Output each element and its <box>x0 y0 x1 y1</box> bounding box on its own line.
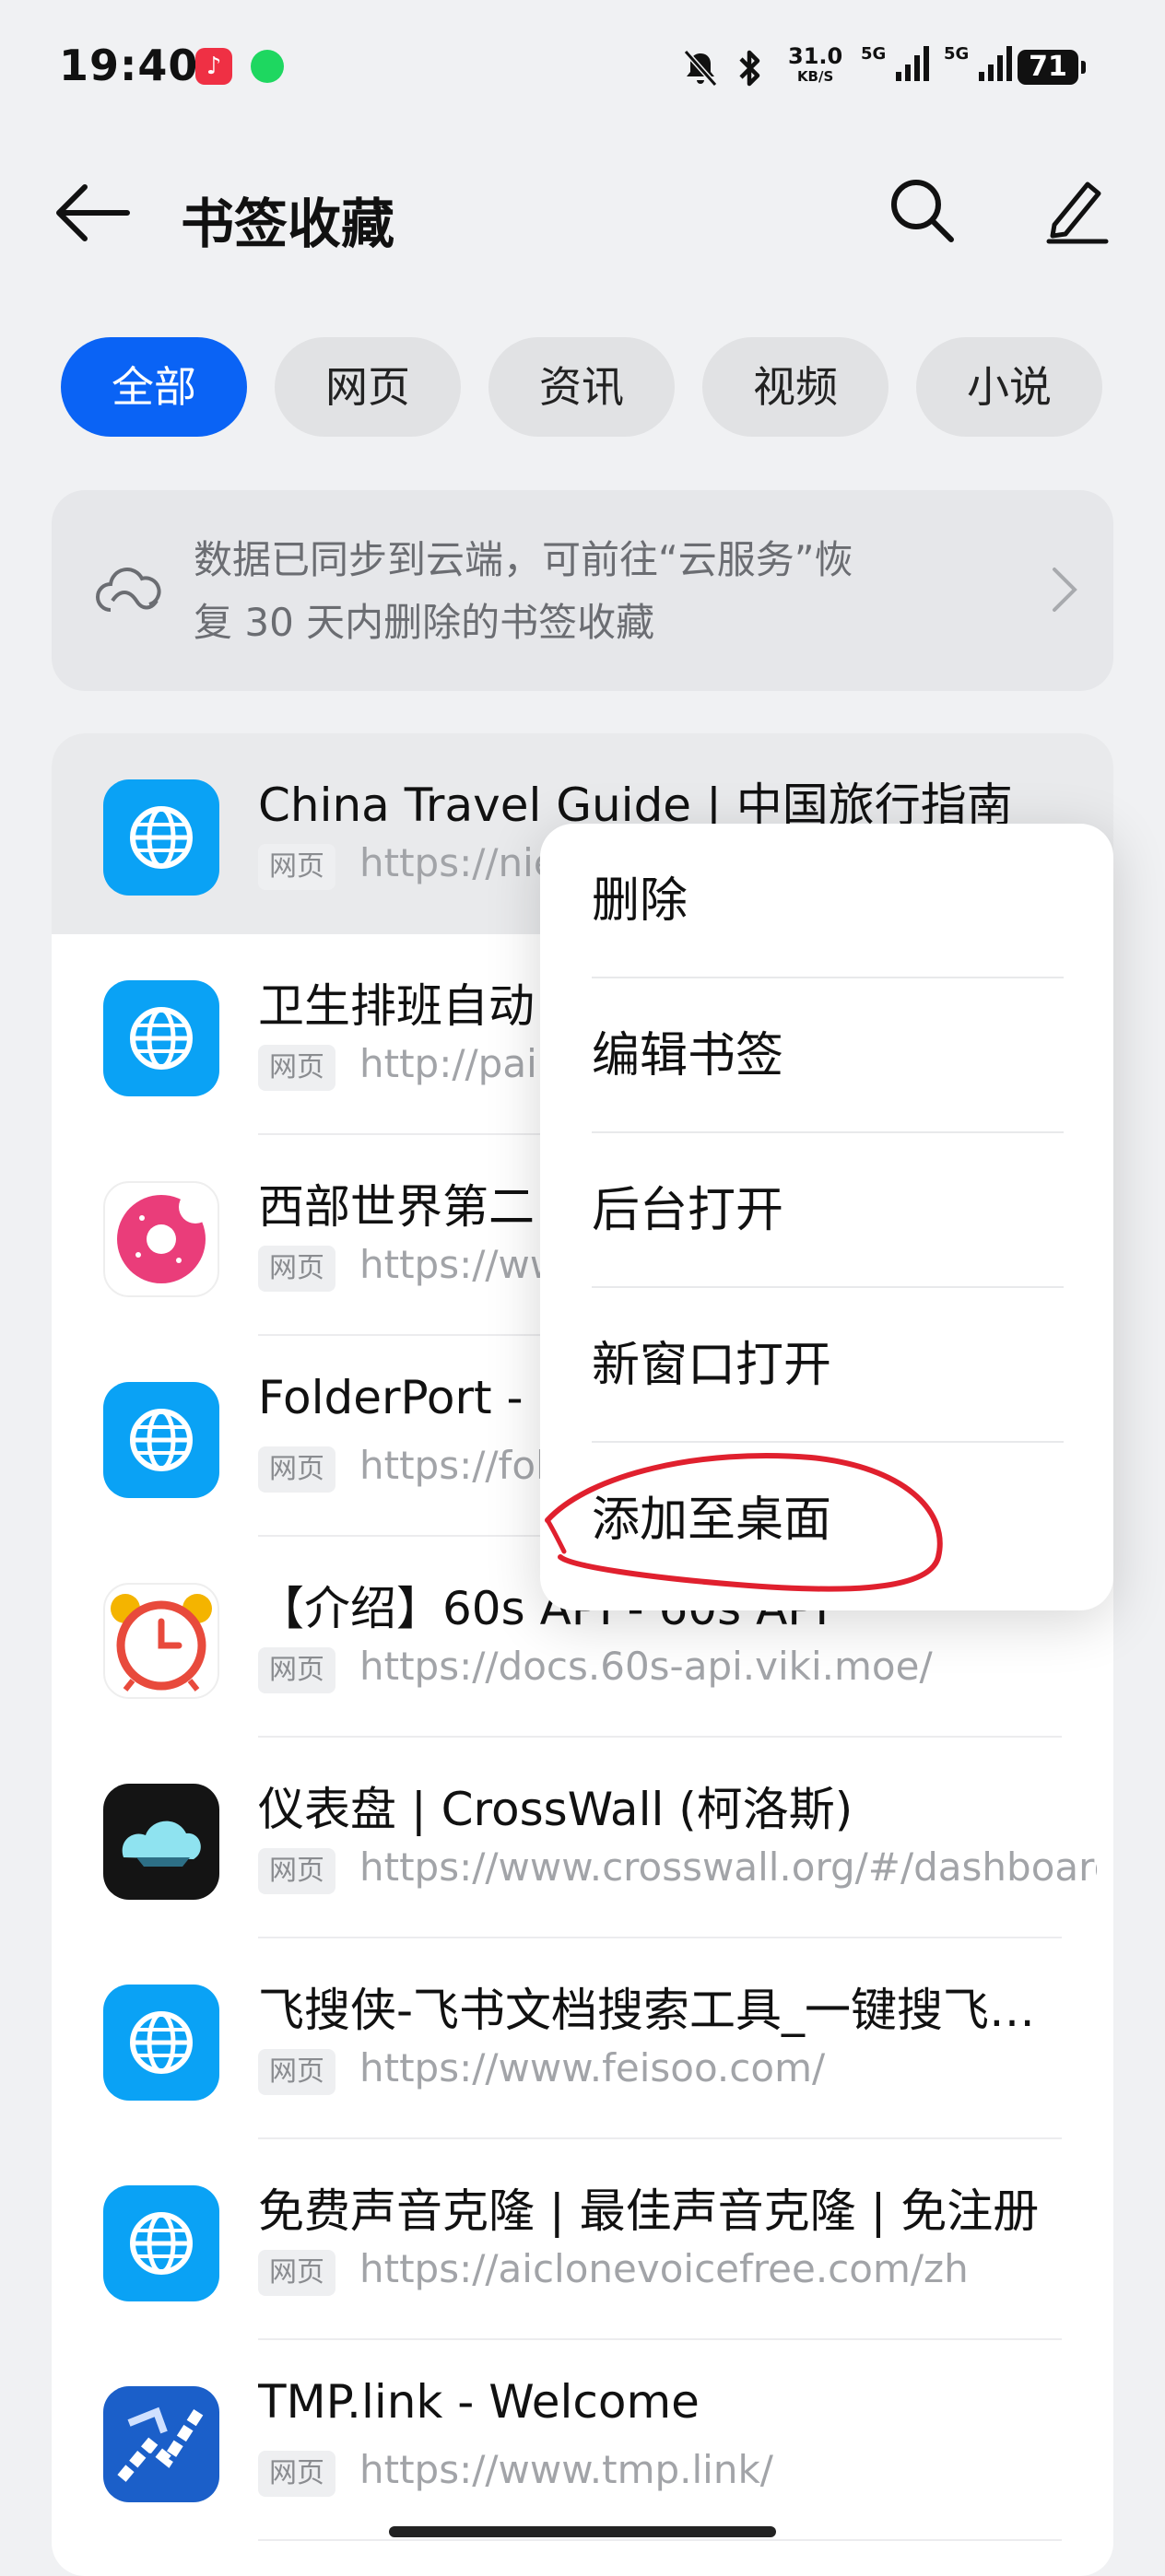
search-button[interactable] <box>885 173 959 247</box>
tab-novel[interactable]: 小说 <box>916 337 1102 437</box>
home-indicator[interactable] <box>389 2526 776 2537</box>
bookmark-item[interactable]: 免费声音克隆 | 最佳声音克隆 | 免注册 网页 https://aiclone… <box>52 2139 1113 2340</box>
menu-item-label: 新窗口打开 <box>592 1338 832 1393</box>
signal-sim2: 5G <box>944 44 1016 83</box>
bluetooth-icon <box>739 50 760 87</box>
globe-icon <box>103 980 219 1096</box>
bookmark-item[interactable]: 仪表盘 | CrossWall (柯洛斯) 网页 https://www.cro… <box>52 1738 1113 1938</box>
bookmark-title: 飞搜侠-飞书文档搜索工具_一键搜飞… <box>258 1984 1036 2037</box>
bookmark-type-badge: 网页 <box>258 1045 335 1091</box>
mute-icon <box>683 50 718 87</box>
signal-bars-icon <box>979 46 1013 81</box>
bookmark-type-badge: 网页 <box>258 1848 335 1894</box>
tmplink-logo-icon <box>103 2386 219 2502</box>
tab-all[interactable]: 全部 <box>61 337 247 437</box>
category-tabs: 全部 网页 资讯 视频 小说 <box>61 337 1102 437</box>
tab-video[interactable]: 视频 <box>702 337 888 437</box>
divider <box>258 2539 1062 2541</box>
battery-indicator: 71 <box>1018 50 1086 85</box>
sync-message-line1: 数据已同步到云端，可前往“云服务”恢 <box>194 537 853 582</box>
music-app-icon: ♪ <box>195 48 232 85</box>
bookmark-item[interactable]: TMP.link - Welcome 网页 https://www.tmp.li… <box>52 2340 1113 2541</box>
spotify-icon <box>251 50 284 83</box>
menu-item-open-new-window[interactable]: 新窗口打开 <box>592 1288 1064 1443</box>
edit-button[interactable] <box>1040 173 1113 247</box>
cloud-sync-icon <box>96 568 161 612</box>
bookmark-type-badge: 网页 <box>258 1446 335 1493</box>
globe-icon <box>103 2185 219 2301</box>
bookmark-title: TMP.link - Welcome <box>258 2375 700 2429</box>
menu-item-label: 删除 <box>592 873 688 929</box>
bookmark-context-menu: 删除 编辑书签 后台打开 新窗口打开 添加至桌面 <box>540 824 1113 1610</box>
tab-webpage[interactable]: 网页 <box>275 337 461 437</box>
edit-pencil-icon <box>1046 181 1109 244</box>
bookmark-url: https://www.tmp.link/ <box>359 2447 773 2492</box>
menu-item-label: 添加至桌面 <box>592 1493 832 1548</box>
globe-icon <box>103 779 219 896</box>
status-bar: 19:40 ♪ 31.0 KB/S 5G 5G 71 <box>0 0 1165 138</box>
menu-item-delete[interactable]: 删除 <box>592 824 1064 978</box>
search-icon <box>891 180 954 242</box>
alarm-clock-icon <box>103 1583 219 1699</box>
cloud-sync-banner[interactable]: 数据已同步到云端，可前往“云服务”恢 复 30 天内删除的书签收藏 <box>52 490 1113 691</box>
back-button[interactable] <box>52 181 135 245</box>
bookmark-item[interactable]: 飞搜侠-飞书文档搜索工具_一键搜飞… 网页 https://www.feisoo… <box>52 1938 1113 2139</box>
back-arrow-icon <box>56 184 130 241</box>
bookmark-title: 仪表盘 | CrossWall (柯洛斯) <box>258 1783 853 1836</box>
globe-icon <box>103 1382 219 1498</box>
bookmark-url: https://www.crosswall.org/#/dashboard <box>359 1844 1097 1890</box>
signal-bars-icon <box>896 46 930 81</box>
menu-item-open-background[interactable]: 后台打开 <box>592 1133 1064 1288</box>
menu-item-label: 编辑书签 <box>592 1028 784 1083</box>
bookmark-type-badge: 网页 <box>258 2049 335 2095</box>
bookmark-url: https://www.feisoo.com/ <box>359 2045 826 2090</box>
sync-message: 数据已同步到云端，可前往“云服务”恢 复 30 天内删除的书签收藏 <box>194 529 1005 654</box>
network-speed: 31.0 KB/S <box>788 43 843 87</box>
donut-logo-icon <box>103 1181 219 1297</box>
status-time: 19:40 <box>59 41 199 90</box>
bookmark-type-badge: 网页 <box>258 2451 335 2497</box>
menu-item-add-to-home[interactable]: 添加至桌面 <box>592 1443 1064 1598</box>
globe-icon <box>103 1985 219 2101</box>
bookmark-url: https://docs.60s-api.viki.moe/ <box>359 1644 933 1689</box>
chevron-right-icon <box>1053 568 1077 612</box>
page-title: 书签收藏 <box>181 193 395 255</box>
crosswall-logo-icon <box>103 1784 219 1900</box>
network-speed-unit: KB/S <box>796 68 834 85</box>
bookmark-title: 免费声音克隆 | 最佳声音克隆 | 免注册 <box>258 2184 1040 2238</box>
bookmark-type-badge: 网页 <box>258 1246 335 1292</box>
bookmark-type-badge: 网页 <box>258 844 335 890</box>
signal-sim1: 5G <box>861 44 933 83</box>
menu-item-label: 后台打开 <box>592 1183 784 1238</box>
menu-item-edit-bookmark[interactable]: 编辑书签 <box>592 978 1064 1133</box>
sim1-label: 5G <box>861 44 887 64</box>
tab-news[interactable]: 资讯 <box>488 337 675 437</box>
bookmark-type-badge: 网页 <box>258 2250 335 2296</box>
bookmark-url: https://aiclonevoicefree.com/zh <box>359 2246 969 2291</box>
bookmark-type-badge: 网页 <box>258 1647 335 1693</box>
network-speed-value: 31.0 <box>788 43 843 69</box>
sim2-label: 5G <box>944 44 970 64</box>
sync-message-line2: 复 30 天内删除的书签收藏 <box>194 600 655 645</box>
